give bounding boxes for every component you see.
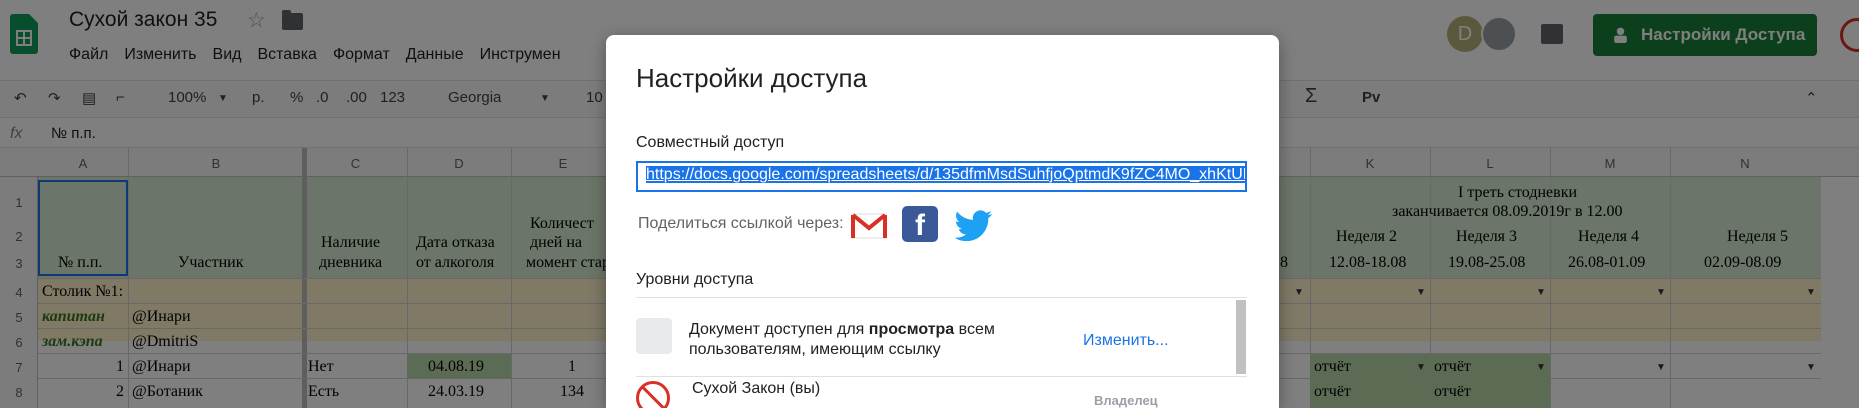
facebook-icon[interactable]: f [902,206,938,242]
link-access-icon [636,318,672,354]
owner-name: Сухой Закон (вы) [692,380,821,397]
share-via-label: Поделиться ссылкой через: [638,215,844,232]
share-settings-dialog: Настройки доступа Совместный доступ http… [606,35,1279,408]
gmail-icon[interactable] [850,210,888,240]
access-level-description: Документ доступен для просмотра всем поль… [689,321,995,358]
access-level-row: Документ доступен для просмотра всем поль… [636,300,1247,376]
share-link-input[interactable]: https://docs.google.com/spreadsheets/d/1… [636,161,1247,192]
divider [636,376,1247,377]
share-link-text: https://docs.google.com/spreadsheets/d/1… [646,166,1245,183]
access-levels-label: Уровни доступа [636,271,754,288]
twitter-icon[interactable] [954,209,994,243]
shared-access-label: Совместный доступ [636,134,785,151]
dialog-title: Настройки доступа [636,63,868,93]
owner-role: Владелец [1094,393,1158,408]
change-access-link[interactable]: Изменить... [1083,332,1169,350]
divider [636,297,1247,298]
scrollbar[interactable] [1236,300,1246,374]
no-alcohol-avatar-icon [636,381,670,408]
